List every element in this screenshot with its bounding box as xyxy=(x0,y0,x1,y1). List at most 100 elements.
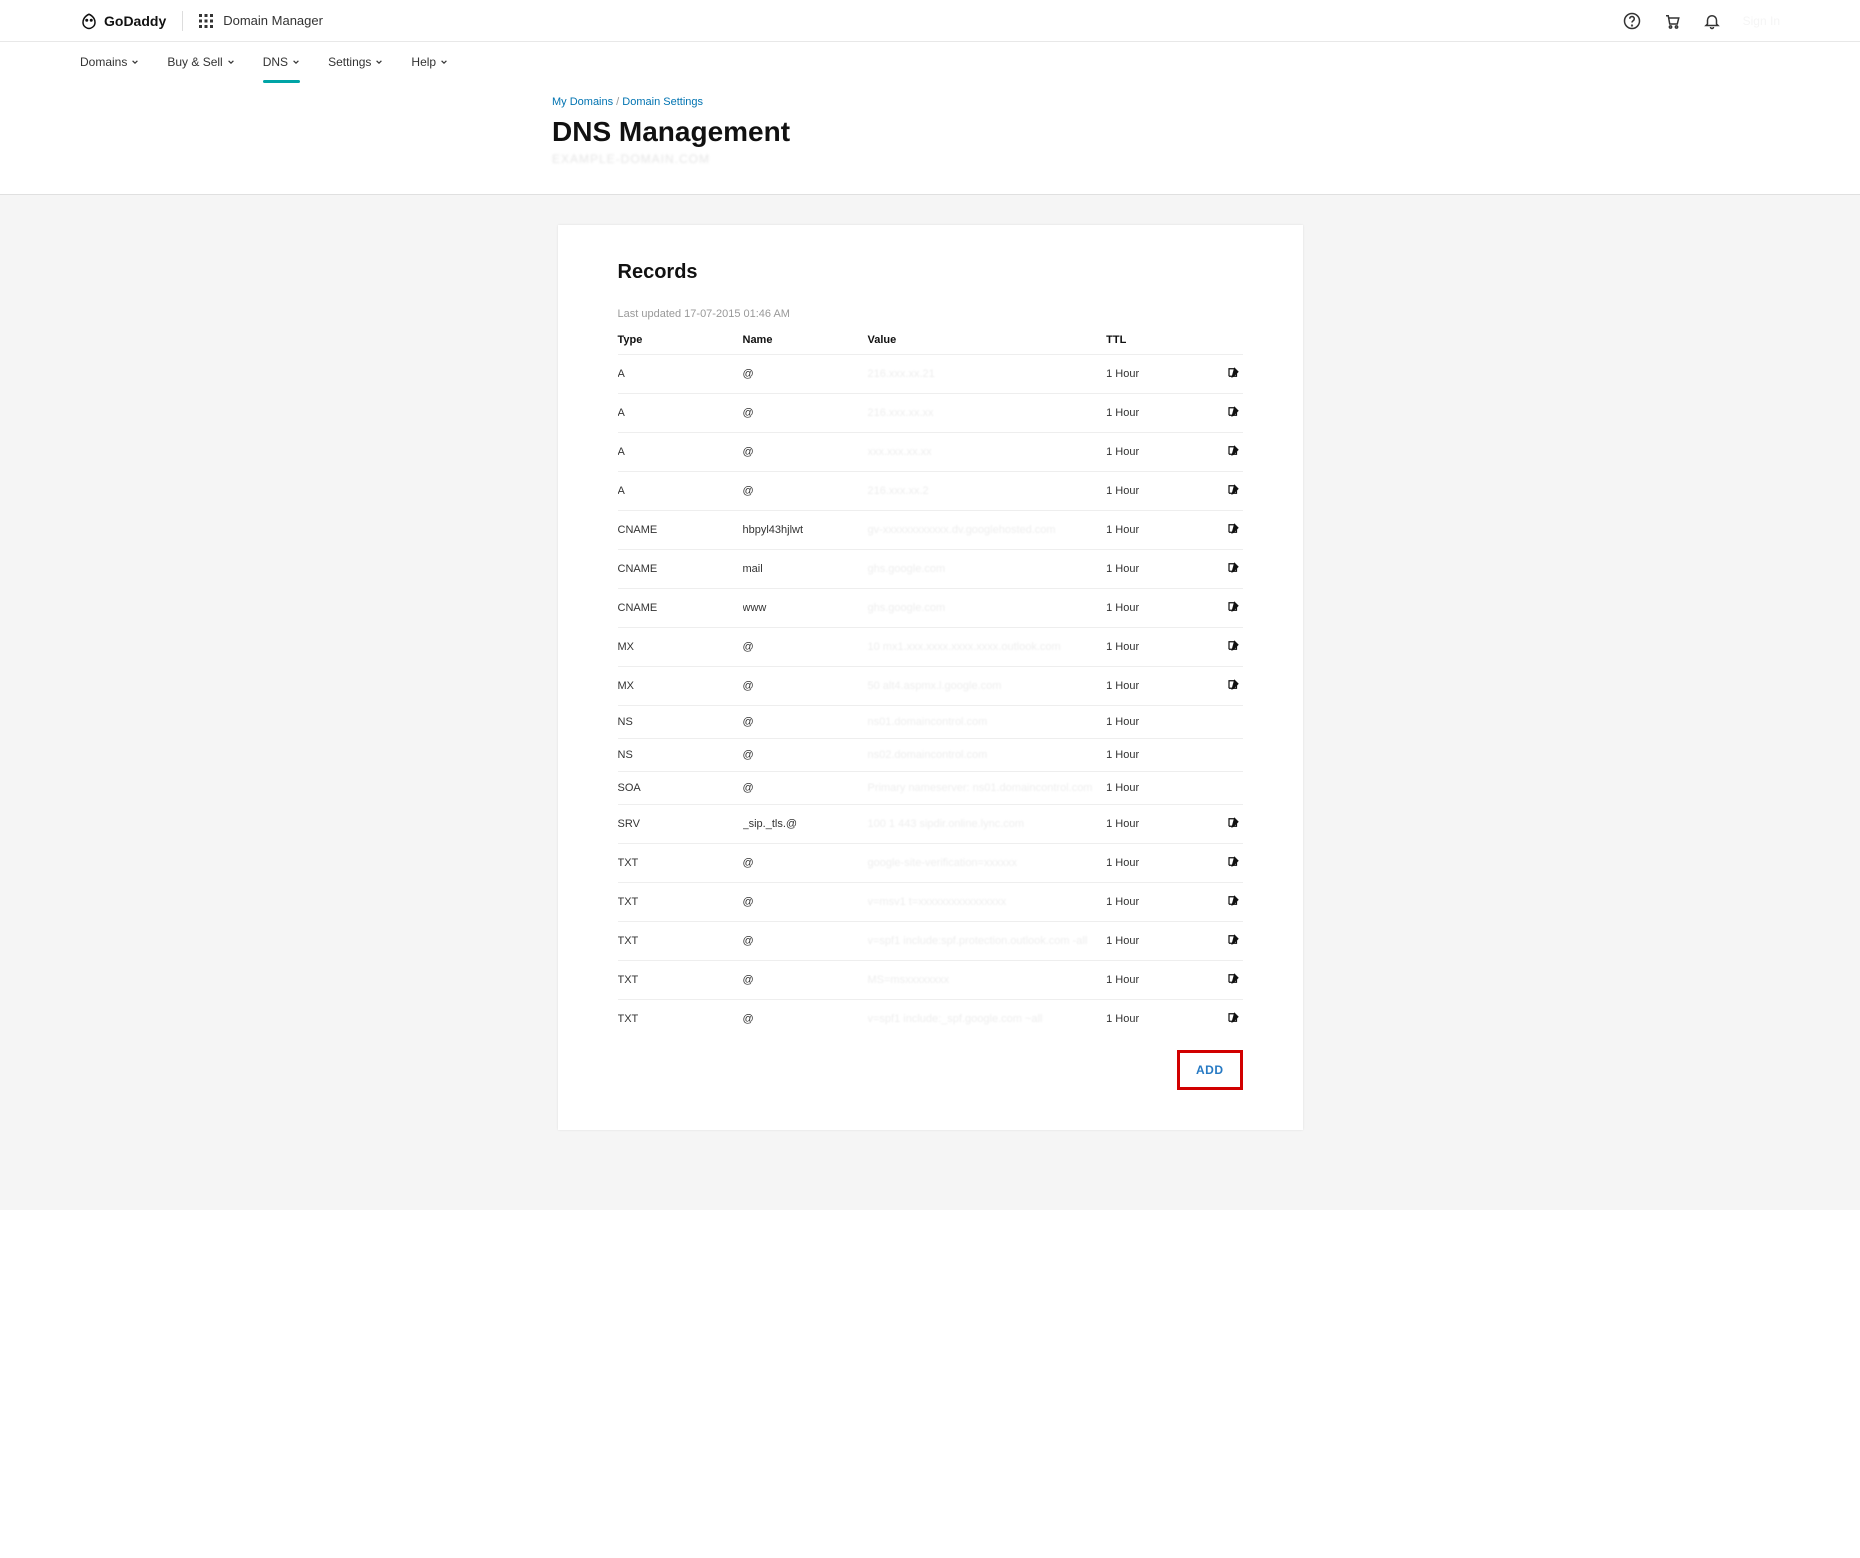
cell-name: @ xyxy=(743,628,868,667)
cell-edit xyxy=(1208,511,1242,550)
cell-ttl: 1 Hour xyxy=(1106,706,1208,739)
cell-value: ns02.domaincontrol.com xyxy=(868,739,1107,772)
cell-edit xyxy=(1208,805,1242,844)
cart-icon[interactable] xyxy=(1663,12,1681,30)
breadcrumb-link[interactable]: Domain Settings xyxy=(622,96,703,108)
table-row: TXT@google-site-verification=xxxxxx1 Hou… xyxy=(618,844,1243,883)
cell-edit xyxy=(1208,628,1242,667)
brand-logo[interactable]: GoDaddy xyxy=(80,12,166,30)
cell-value: MS=msxxxxxxxx xyxy=(868,961,1107,1000)
cell-ttl: 1 Hour xyxy=(1106,511,1208,550)
table-row: A@216.xxx.xx.211 Hour xyxy=(618,355,1243,394)
edit-icon[interactable] xyxy=(1226,599,1241,614)
cell-name: _sip._tls.@ xyxy=(743,805,868,844)
cell-ttl: 1 Hour xyxy=(1106,550,1208,589)
records-table: Type Name Value TTL A@216.xxx.xx.211 Hou… xyxy=(618,334,1243,1038)
edit-icon[interactable] xyxy=(1226,560,1241,575)
nav-item-label: Domains xyxy=(80,55,127,69)
section-label[interactable]: Domain Manager xyxy=(223,13,323,28)
edit-icon[interactable] xyxy=(1226,482,1241,497)
cell-name: @ xyxy=(743,433,868,472)
cell-name: @ xyxy=(743,739,868,772)
table-row: A@216.xxx.xx.xx1 Hour xyxy=(618,394,1243,433)
cell-edit xyxy=(1208,1000,1242,1039)
cell-type: A xyxy=(618,394,743,433)
edit-icon[interactable] xyxy=(1226,443,1241,458)
table-row: SOA@Primary nameserver: ns01.domaincontr… xyxy=(618,772,1243,805)
cell-value: 216.xxx.xx.21 xyxy=(868,355,1107,394)
brand-name: GoDaddy xyxy=(104,13,166,29)
chevron-down-icon xyxy=(292,58,300,66)
cell-type: SRV xyxy=(618,805,743,844)
cell-type: A xyxy=(618,472,743,511)
nav-item-domains[interactable]: Domains xyxy=(80,42,139,81)
last-updated: Last updated 17-07-2015 01:46 AM xyxy=(618,308,1243,320)
divider xyxy=(182,11,183,31)
breadcrumb-link[interactable]: My Domains xyxy=(552,96,613,108)
edit-icon[interactable] xyxy=(1226,1010,1241,1025)
cell-edit xyxy=(1208,589,1242,628)
signin-link[interactable]: Sign In xyxy=(1743,14,1780,28)
edit-icon[interactable] xyxy=(1226,854,1241,869)
nav-item-label: Help xyxy=(411,55,436,69)
apps-grid-icon[interactable] xyxy=(199,14,213,28)
cell-ttl: 1 Hour xyxy=(1106,472,1208,511)
bell-icon[interactable] xyxy=(1703,12,1721,30)
cell-type: TXT xyxy=(618,844,743,883)
edit-icon[interactable] xyxy=(1226,932,1241,947)
table-row: CNAMEmailghs.google.com1 Hour xyxy=(618,550,1243,589)
col-value: Value xyxy=(868,334,1107,355)
cell-value: ghs.google.com xyxy=(868,589,1107,628)
edit-icon[interactable] xyxy=(1226,971,1241,986)
cell-name: @ xyxy=(743,472,868,511)
chevron-down-icon xyxy=(131,58,139,66)
breadcrumb: My Domains / Domain Settings xyxy=(552,96,1532,108)
cell-edit xyxy=(1208,706,1242,739)
cell-value: v=spf1 include:_spf.google.com ~all xyxy=(868,1000,1107,1039)
cell-edit xyxy=(1208,472,1242,511)
table-row: CNAMEhbpyl43hjlwtgv-xxxxxxxxxxxx.dv.goog… xyxy=(618,511,1243,550)
cell-ttl: 1 Hour xyxy=(1106,394,1208,433)
cell-type: A xyxy=(618,355,743,394)
cell-ttl: 1 Hour xyxy=(1106,844,1208,883)
edit-icon[interactable] xyxy=(1226,404,1241,419)
cell-name: hbpyl43hjlwt xyxy=(743,511,868,550)
table-header-row: Type Name Value TTL xyxy=(618,334,1243,355)
cell-value: 50 alt4.aspmx.l.google.com xyxy=(868,667,1107,706)
table-row: NS@ns02.domaincontrol.com1 Hour xyxy=(618,739,1243,772)
cell-type: SOA xyxy=(618,772,743,805)
col-ttl: TTL xyxy=(1106,334,1208,355)
table-row: MX@50 alt4.aspmx.l.google.com1 Hour xyxy=(618,667,1243,706)
cell-type: A xyxy=(618,433,743,472)
edit-icon[interactable] xyxy=(1226,638,1241,653)
table-row: A@216.xxx.xx.21 Hour xyxy=(618,472,1243,511)
table-row: NS@ns01.domaincontrol.com1 Hour xyxy=(618,706,1243,739)
nav-item-dns[interactable]: DNS xyxy=(263,42,300,81)
cell-value: Primary nameserver: ns01.domaincontrol.c… xyxy=(868,772,1107,805)
cell-ttl: 1 Hour xyxy=(1106,433,1208,472)
edit-icon[interactable] xyxy=(1226,365,1241,380)
nav-item-help[interactable]: Help xyxy=(411,42,448,81)
edit-icon[interactable] xyxy=(1226,893,1241,908)
cell-edit xyxy=(1208,961,1242,1000)
cell-name: @ xyxy=(743,667,868,706)
table-row: CNAMEwwwghs.google.com1 Hour xyxy=(618,589,1243,628)
nav-item-settings[interactable]: Settings xyxy=(328,42,383,81)
add-button[interactable]: ADD xyxy=(1177,1050,1243,1090)
top-right: Sign In xyxy=(1623,12,1780,30)
nav-item-label: Buy & Sell xyxy=(167,55,222,69)
cell-type: CNAME xyxy=(618,589,743,628)
cell-edit xyxy=(1208,772,1242,805)
nav-item-label: DNS xyxy=(263,55,288,69)
edit-icon[interactable] xyxy=(1226,521,1241,536)
chevron-down-icon xyxy=(440,58,448,66)
nav-item-buy-sell[interactable]: Buy & Sell xyxy=(167,42,234,81)
cell-type: TXT xyxy=(618,961,743,1000)
cell-ttl: 1 Hour xyxy=(1106,628,1208,667)
edit-icon[interactable] xyxy=(1226,677,1241,692)
cell-name: @ xyxy=(743,394,868,433)
records-title: Records xyxy=(618,261,1243,284)
edit-icon[interactable] xyxy=(1226,815,1241,830)
cell-value: v=msv1 t=xxxxxxxxxxxxxxxx xyxy=(868,883,1107,922)
help-icon[interactable] xyxy=(1623,12,1641,30)
